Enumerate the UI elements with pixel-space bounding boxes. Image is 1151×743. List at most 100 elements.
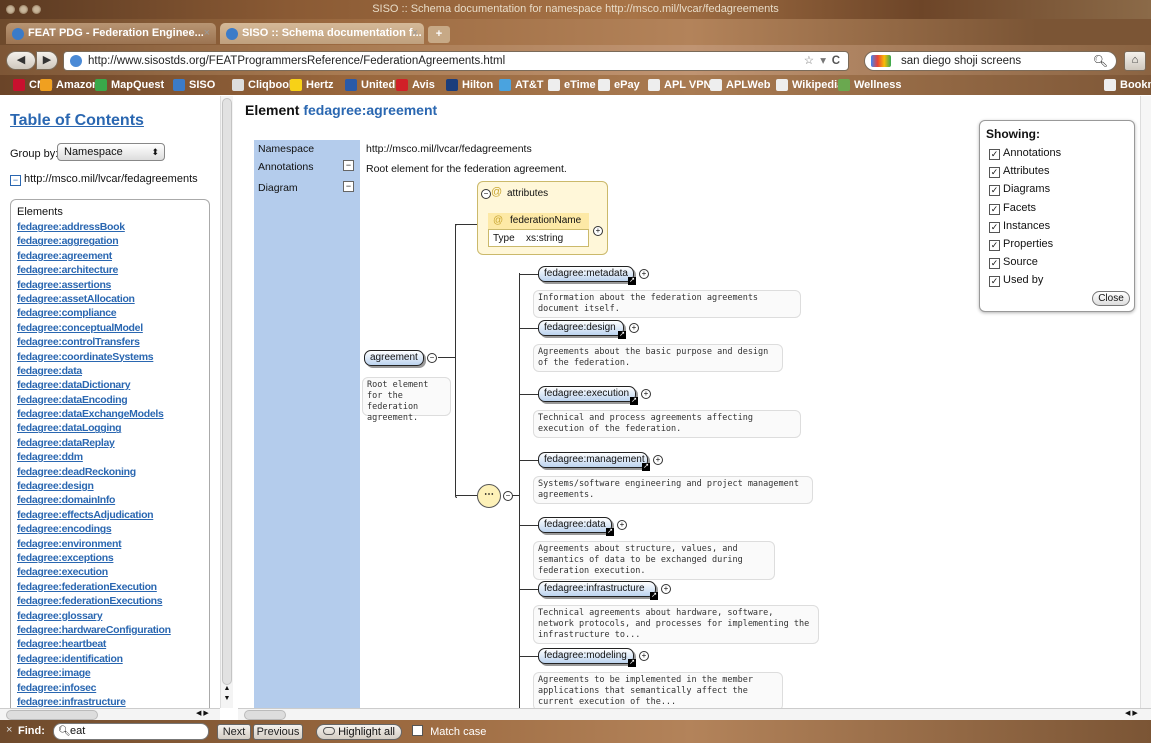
element-link[interactable]: fedagree:dataLogging [17, 421, 171, 435]
expand-node-icon[interactable]: + [661, 584, 671, 594]
annotations-collapse-icon[interactable]: − [343, 160, 354, 171]
bookmark-at-t[interactable]: AT&T [499, 77, 544, 93]
child-node[interactable]: fedagree:design [538, 320, 624, 336]
match-case-checkbox[interactable]: Match case [412, 725, 486, 738]
google-search-engine-icon[interactable] [871, 55, 891, 67]
bookmark-siso[interactable]: SISO [173, 77, 215, 93]
tab-feat-pdg[interactable]: FEAT PDG - Federation Enginee... × [6, 23, 216, 44]
jump-to-definition-icon[interactable]: ↗ [650, 592, 658, 600]
element-link[interactable]: fedagree:addressBook [17, 220, 171, 234]
element-link[interactable]: fedagree:effectsAdjudication [17, 508, 171, 522]
element-link[interactable]: fedagree:dataExchangeModels [17, 407, 171, 421]
element-link[interactable]: fedagree:identification [17, 652, 171, 666]
toc-scroll-thumb[interactable] [222, 98, 232, 685]
element-link[interactable]: fedagree:federationExecution [17, 580, 171, 594]
showing-option-properties[interactable]: ✓ Properties [989, 238, 1053, 251]
new-tab-button[interactable]: + [428, 26, 450, 43]
jump-to-definition-icon[interactable]: ↗ [628, 277, 636, 285]
element-link[interactable]: fedagree:dataEncoding [17, 393, 171, 407]
element-link[interactable]: fedagree:aggregation [17, 234, 171, 248]
expand-node-icon[interactable]: + [639, 651, 649, 661]
showing-option-facets[interactable]: ✓ Facets [989, 202, 1036, 215]
zoom-window-icon[interactable] [32, 5, 41, 14]
child-node[interactable]: fedagree:execution [538, 386, 636, 402]
bookmark-hilton[interactable]: Hilton [446, 77, 493, 93]
element-link[interactable]: fedagree:environment [17, 537, 171, 551]
close-tab-icon[interactable]: × [412, 23, 418, 44]
element-link[interactable]: fedagree:hardwareConfiguration [17, 623, 171, 637]
element-link[interactable]: fedagree:infosec [17, 681, 171, 695]
find-input[interactable]: 🔍︎ eat [53, 723, 209, 740]
bookmark-united[interactable]: United [345, 77, 395, 93]
close-tab-icon[interactable]: × [204, 23, 210, 44]
minimize-window-icon[interactable] [19, 5, 28, 14]
element-link[interactable]: fedagree:architecture [17, 263, 171, 277]
jump-to-definition-icon[interactable]: ↗ [630, 397, 638, 405]
showing-option-diagrams[interactable]: ✓ Diagrams [989, 183, 1050, 197]
reload-icon[interactable]: C [832, 52, 840, 70]
diagram-collapse-icon[interactable]: − [343, 181, 354, 192]
bookmark-aplweb[interactable]: APLWeb [710, 77, 770, 93]
showing-option-used-by[interactable]: ✓ Used by [989, 274, 1043, 288]
element-link[interactable]: fedagree:compliance [17, 306, 171, 320]
content-hscroll-arrows-icon[interactable]: ◀ ▶ [1125, 709, 1138, 717]
jump-to-definition-icon[interactable]: ↗ [628, 659, 636, 667]
jump-to-definition-icon[interactable]: ↗ [606, 528, 614, 536]
element-link[interactable]: fedagree:assetAllocation [17, 292, 171, 306]
highlight-all-button[interactable]: Highlight all [316, 724, 402, 740]
bookmark-etime[interactable]: eTime [548, 77, 596, 93]
element-link[interactable]: fedagree:dataReplay [17, 436, 171, 450]
find-next-button[interactable]: Next [217, 724, 251, 740]
element-link[interactable]: fedagree:dataDictionary [17, 378, 171, 392]
child-node[interactable]: fedagree:metadata [538, 266, 634, 282]
bookmark-apl-vpn[interactable]: APL VPN [648, 77, 711, 93]
expand-node-icon[interactable]: + [617, 520, 627, 530]
bookmark-wikipedia[interactable]: Wikipedia [776, 77, 843, 93]
back-button[interactable]: ◀ [6, 51, 36, 70]
bookmark-amazon[interactable]: Amazon [40, 77, 99, 93]
showing-option-attributes[interactable]: ✓ Attributes [989, 165, 1049, 179]
child-node[interactable]: fedagree:data [538, 517, 612, 533]
magnifier-icon[interactable]: 🔍︎ [1093, 52, 1108, 70]
close-window-icon[interactable] [6, 5, 15, 14]
element-link[interactable]: fedagree:encodings [17, 522, 171, 536]
bookmark-wellness[interactable]: Wellness [838, 77, 902, 93]
element-link[interactable]: fedagree:exceptions [17, 551, 171, 565]
collapse-sequence-icon[interactable]: − [503, 491, 513, 501]
element-link[interactable]: fedagree:ddm [17, 450, 171, 464]
sequence-icon[interactable]: ⋯ [477, 484, 501, 508]
expand-node-icon[interactable]: + [653, 455, 663, 465]
content-hscroll-thumb[interactable] [244, 710, 286, 720]
search-input[interactable]: san diego shoji screens 🔍︎ [864, 51, 1117, 71]
jump-to-definition-icon[interactable]: ↗ [642, 463, 650, 471]
tab-siso-schema[interactable]: SISO :: Schema documentation f... × [220, 23, 424, 44]
element-link[interactable]: fedagree:controlTransfers [17, 335, 171, 349]
find-previous-button[interactable]: Previous [253, 724, 303, 740]
jump-to-definition-icon[interactable]: ↗ [618, 331, 626, 339]
bookmark-cliqbook[interactable]: Cliqbook [232, 77, 295, 93]
bookmark-hertz[interactable]: Hertz [290, 77, 334, 93]
element-link[interactable]: fedagree:assertions [17, 278, 171, 292]
forward-button[interactable]: ▶ [36, 51, 58, 70]
element-link[interactable]: fedagree:design [17, 479, 171, 493]
content-vertical-scrollbar[interactable] [1140, 96, 1151, 708]
expand-node-icon[interactable]: + [629, 323, 639, 333]
expand-node-icon[interactable]: + [639, 269, 649, 279]
toc-title[interactable]: Table of Contents [10, 112, 144, 130]
url-bar[interactable]: http://www.sisostds.org/FEATProgrammersR… [63, 51, 849, 71]
element-link[interactable]: fedagree:agreement [17, 249, 171, 263]
showing-option-annotations[interactable]: ✓ Annotations [989, 147, 1061, 160]
history-dropdown-icon[interactable]: ▾ [820, 52, 826, 70]
expand-attribute-icon[interactable]: + [593, 226, 603, 236]
close-find-bar-icon[interactable]: × [6, 724, 12, 736]
element-link[interactable]: fedagree:heartbeat [17, 637, 171, 651]
toc-hscroll-arrows-icon[interactable]: ◀ ▶ [196, 709, 209, 717]
bookmark-mapquest[interactable]: MapQuest [95, 77, 164, 93]
bookmark-bookmarks[interactable]: Bookmarks [1104, 77, 1151, 93]
element-link[interactable]: fedagree:conceptualModel [17, 321, 171, 335]
showing-option-source[interactable]: ✓ Source [989, 256, 1038, 270]
element-link[interactable]: fedagree:federationExecutions [17, 594, 171, 608]
element-link[interactable]: fedagree:deadReckoning [17, 465, 171, 479]
namespace-collapse-icon[interactable]: − [10, 175, 21, 186]
close-button[interactable]: Close [1092, 291, 1130, 306]
